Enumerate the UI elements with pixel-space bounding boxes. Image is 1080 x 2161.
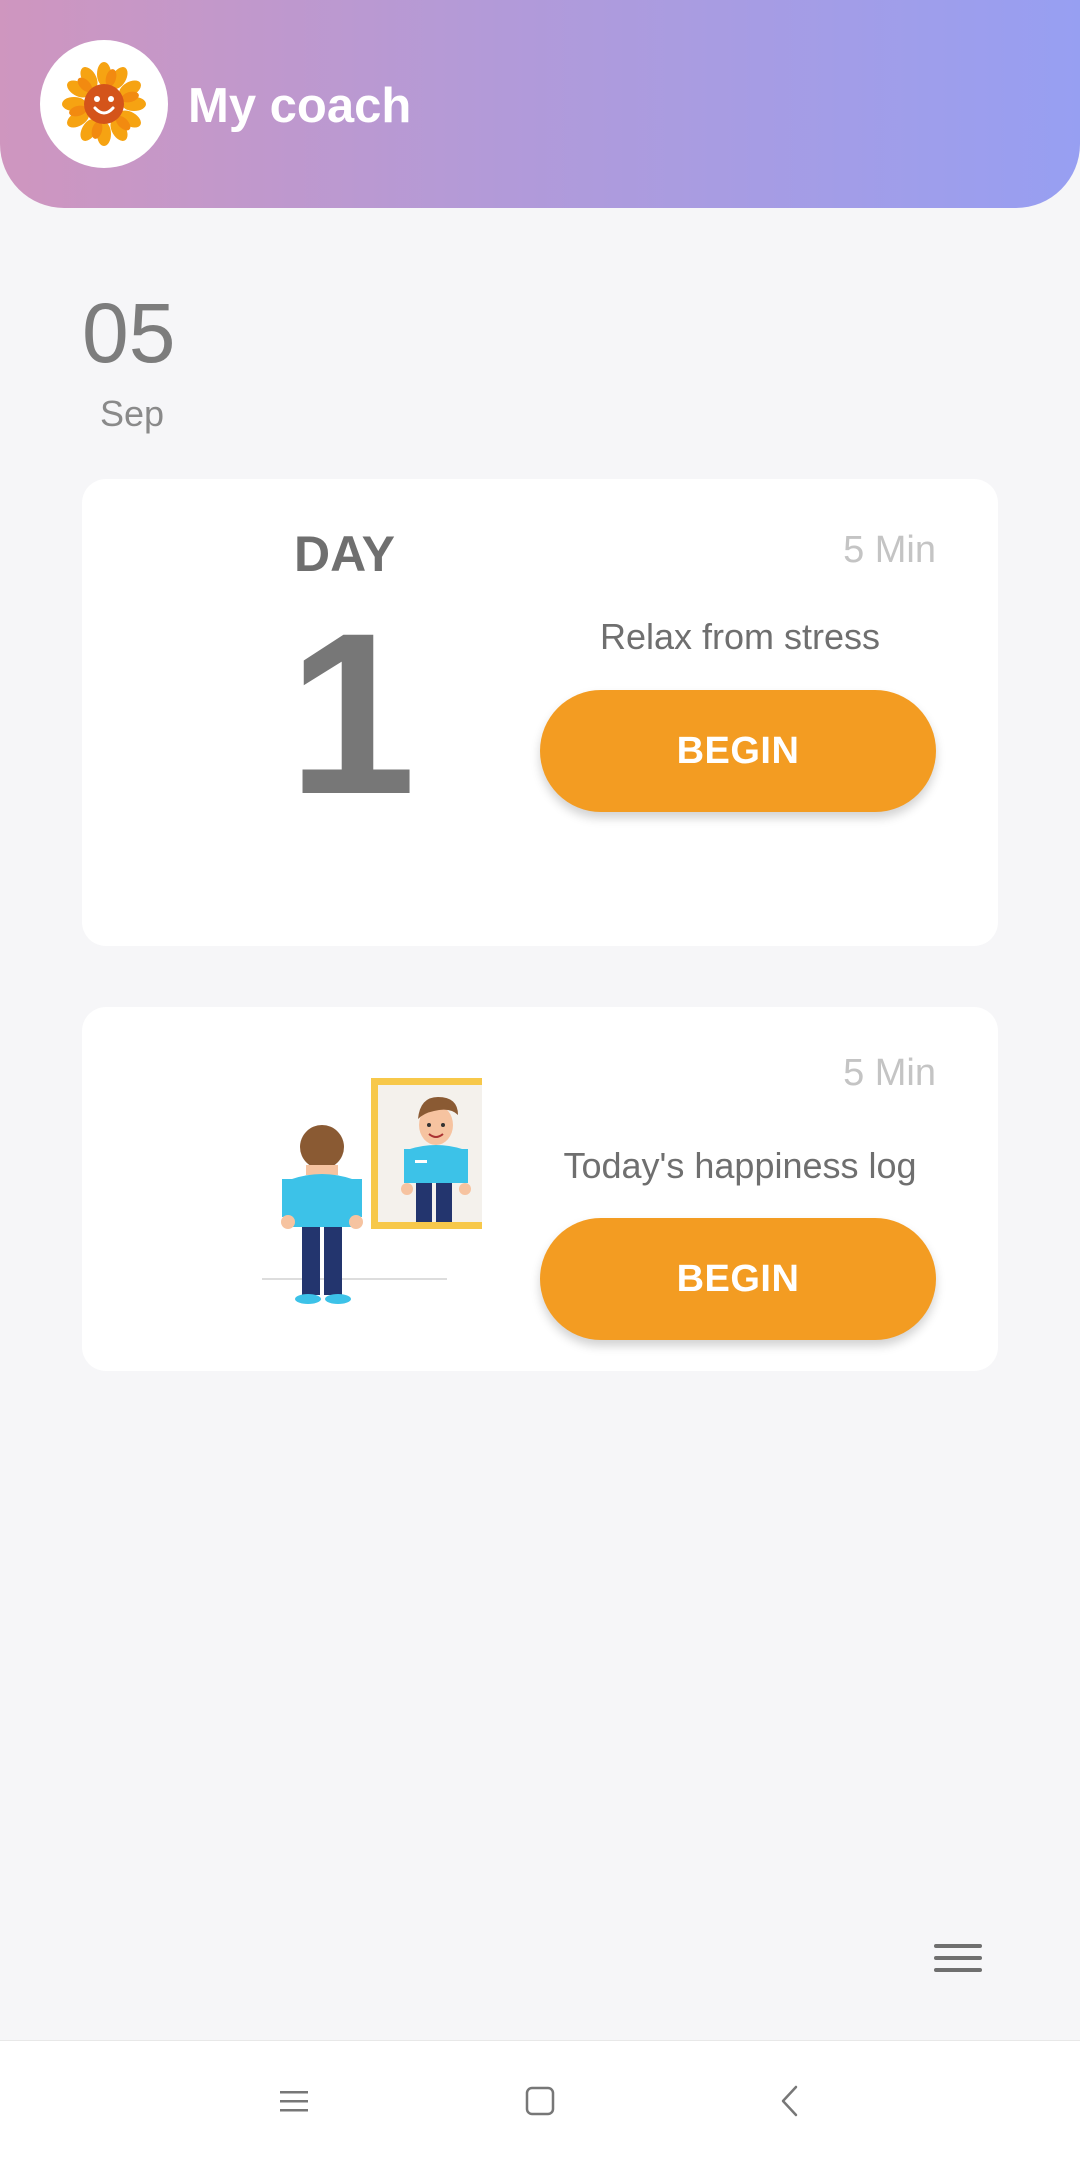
mirror-illustration bbox=[222, 1067, 507, 1327]
date-day: 05 bbox=[82, 286, 176, 380]
duration-label: 5 Min bbox=[843, 529, 936, 571]
session-card-happiness-log: 5 Min Today's happiness log BEGIN bbox=[82, 1007, 998, 1371]
app-title: My coach bbox=[188, 79, 412, 133]
hamburger-menu-icon[interactable] bbox=[930, 1938, 986, 1978]
day-number: 1 bbox=[288, 585, 416, 842]
day-label: DAY bbox=[294, 526, 395, 582]
session-card-day: DAY 1 5 Min Relax from stress BEGIN bbox=[82, 479, 998, 946]
begin-button[interactable]: BEGIN bbox=[540, 690, 936, 812]
recents-icon[interactable] bbox=[268, 2075, 320, 2127]
back-icon[interactable] bbox=[764, 2075, 816, 2127]
home-icon[interactable] bbox=[514, 2075, 566, 2127]
date-month: Sep bbox=[100, 393, 165, 434]
task-title: Relax from stress bbox=[599, 616, 881, 657]
system-navigation-bar bbox=[0, 2040, 1080, 2161]
sunflower-icon bbox=[40, 40, 168, 168]
app-header: My coach bbox=[0, 0, 1080, 208]
duration-label: 5 Min bbox=[843, 1052, 936, 1094]
task-title: Today's happiness log bbox=[563, 1145, 917, 1186]
begin-button[interactable]: BEGIN bbox=[540, 1218, 936, 1340]
